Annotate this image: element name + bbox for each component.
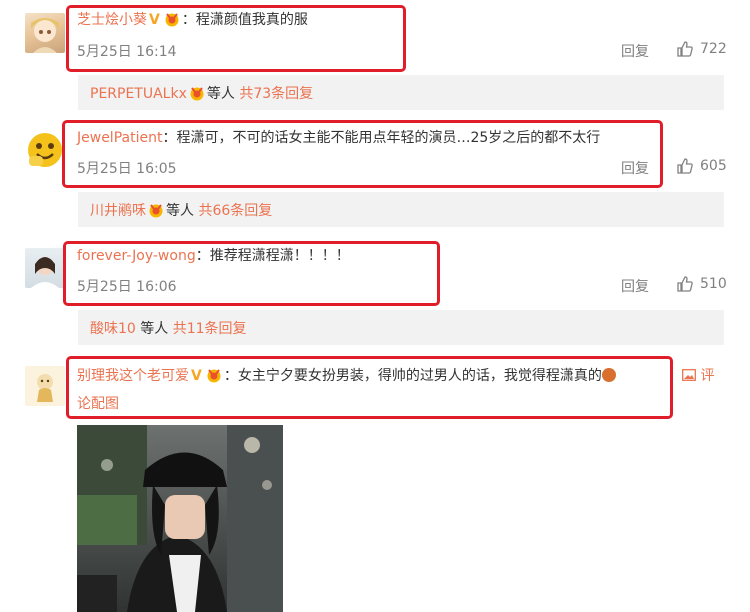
picture-icon: [682, 369, 696, 381]
image-link-label: 评: [700, 368, 715, 384]
image-link[interactable]: 评: [682, 366, 714, 386]
reply-thread[interactable]: PERPETUALkx 等人 共73条回复: [78, 75, 724, 110]
comment-image[interactable]: [77, 425, 283, 612]
highlight-box: [63, 241, 440, 306]
fan-medal-icon: [149, 204, 163, 218]
reply-thread-count[interactable]: 共11条回复: [173, 321, 247, 337]
thumbs-up-icon: [677, 158, 693, 174]
reply-thread-names[interactable]: PERPETUALkx: [90, 86, 187, 102]
highlight-box: [66, 356, 673, 419]
like-count: 510: [700, 276, 727, 292]
reply-thread-mid: 等人: [206, 86, 235, 102]
reply-thread-summary: PERPETUALkx 等人 共73条回复: [90, 83, 313, 103]
avatar-image: [31, 18, 59, 53]
thumbs-up-icon: [677, 41, 693, 57]
avatar-image: [31, 257, 59, 288]
reply-thread-summary: 酸味10 等人 共11条回复: [90, 318, 247, 338]
thumbs-up-icon: [677, 276, 693, 292]
comment-photo: [77, 425, 283, 612]
reply-thread-count[interactable]: 共73条回复: [239, 86, 313, 102]
avatar[interactable]: [25, 366, 65, 406]
reply-thread-summary: 川井鹇咊 等人 共66条回复: [90, 200, 272, 220]
reply-button[interactable]: 回复: [621, 276, 649, 296]
avatar[interactable]: [25, 130, 65, 170]
like-button[interactable]: 605: [676, 157, 727, 175]
like-count: 722: [700, 41, 727, 57]
avatar-image: [28, 133, 62, 167]
reply-thread-count[interactable]: 共66条回复: [198, 203, 272, 219]
reply-thread-names[interactable]: 酸味10: [90, 321, 136, 337]
highlight-box: [66, 5, 406, 72]
avatar[interactable]: [25, 13, 65, 53]
like-count: 605: [700, 158, 727, 174]
reply-thread-names[interactable]: 川井鹇咊: [90, 203, 146, 219]
avatar-image: [37, 374, 53, 402]
fan-medal-icon: [190, 87, 204, 101]
highlight-box: [62, 120, 663, 188]
reply-button[interactable]: 回复: [621, 41, 649, 61]
like-button[interactable]: 510: [676, 275, 727, 293]
like-button[interactable]: 722: [676, 40, 727, 58]
reply-thread[interactable]: 酸味10 等人 共11条回复: [78, 310, 724, 345]
reply-thread-mid: 等人: [166, 203, 194, 219]
avatar[interactable]: [25, 248, 65, 288]
reply-thread[interactable]: 川井鹇咊 等人 共66条回复: [78, 192, 724, 227]
reply-thread-mid: 等人: [140, 321, 169, 337]
